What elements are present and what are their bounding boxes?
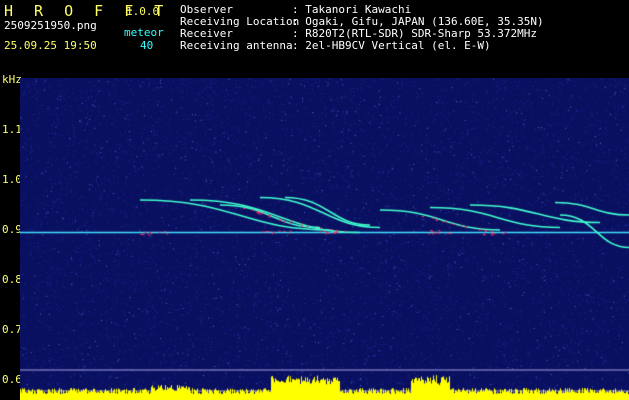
date-time: 25.09.25 19:50: [4, 39, 97, 52]
meteor-count: 40: [140, 39, 154, 52]
freq-tick-label: 0.9: [2, 223, 22, 236]
freq-tick-label: 0.8: [2, 273, 22, 286]
freq-tick-label: 0.7: [2, 323, 22, 336]
y-axis-label: kHz: [2, 73, 22, 86]
freq-tick-label: 1.1: [2, 123, 22, 136]
freq-tick-label: 1.0: [2, 173, 22, 186]
antenna-label: Receiving antenna: [180, 39, 293, 52]
file-name: 2509251950.png: [4, 19, 97, 32]
freq-tick-label: 0.6: [2, 373, 22, 386]
spectrogram: [20, 78, 629, 400]
antenna-value: : 2el-HB9CV Vertical (el. E-W): [292, 39, 491, 52]
app-version: 1.0.0: [126, 5, 160, 18]
meteor-label: meteor: [124, 26, 164, 39]
